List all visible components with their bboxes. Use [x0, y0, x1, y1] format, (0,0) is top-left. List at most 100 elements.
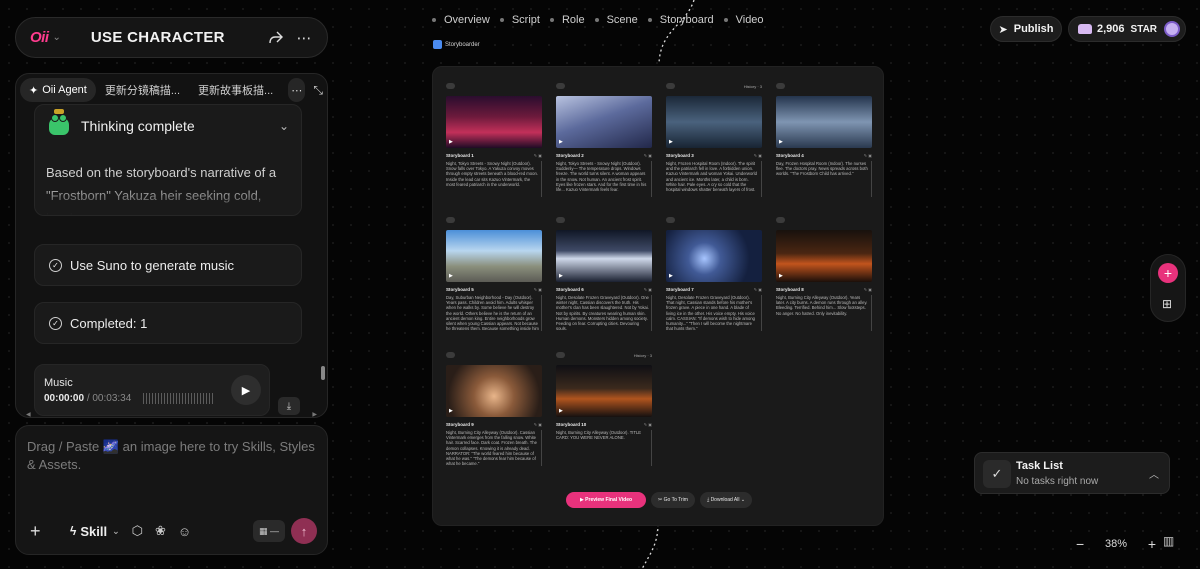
go-to-trim-button[interactable]: ✂ Go To Trim [651, 492, 695, 508]
play-icon[interactable]: ▶ [449, 408, 453, 414]
eye-icon[interactable] [446, 352, 455, 358]
star-balance[interactable]: 2,906 STAR [1068, 16, 1186, 42]
edit-delete-icons[interactable]: ✎ ▣ [864, 153, 872, 158]
more-tabs-icon[interactable]: ⋯ [288, 78, 306, 102]
share-icon[interactable] [265, 27, 287, 49]
vertical-scrollbar[interactable] [321, 366, 325, 380]
edit-delete-icons[interactable]: ✎ ▣ [754, 153, 762, 158]
edit-delete-icons[interactable]: ✎ ▣ [644, 287, 652, 292]
flow-connector [658, 0, 695, 65]
storyboard-card[interactable]: ▶ Storyboard 5 ✎ ▣ Day, Suburban Neighbor… [446, 215, 542, 331]
eye-icon[interactable] [666, 217, 675, 223]
tab-oii-agent[interactable]: ✦ Oii Agent [20, 78, 96, 102]
eye-icon[interactable] [556, 83, 565, 89]
tab-storyboard-update-2[interactable]: 更新故事板描... [189, 78, 282, 102]
storyboard-card[interactable]: ▶ Storyboard 2 ✎ ▣ Night, Tokyo Streets -… [556, 81, 652, 197]
publish-label: Publish [1013, 23, 1054, 35]
zoom-in-button[interactable]: + [1148, 536, 1156, 552]
edit-delete-icons[interactable]: ✎ ▣ [644, 153, 652, 158]
storyboard-card[interactable]: ▶ Storyboard 4 ✎ ▣ Day, Frozen Hospital R… [776, 81, 872, 197]
history-badge[interactable]: History · 3 [744, 84, 762, 89]
collapse-icon[interactable]: ⤡ [313, 83, 323, 98]
message-composer[interactable]: Drag / Paste 🌌 an image here to try Skil… [15, 425, 328, 555]
edit-delete-icons[interactable]: ✎ ▣ [534, 153, 542, 158]
horizontal-scrollbar[interactable]: ◀ ▶ [26, 411, 317, 418]
storyboard-thumbnail[interactable]: ▶ [776, 96, 872, 148]
more-options-icon[interactable]: ⋯ [293, 27, 315, 49]
storyboard-card[interactable]: ▶ Storyboard 9 ✎ ▣ Night, Burning City Al… [446, 350, 542, 466]
storyboard-thumbnail[interactable]: ▶ [556, 96, 652, 148]
map-icon[interactable]: ▥ [1163, 534, 1174, 548]
play-icon[interactable]: ▶ [779, 139, 783, 145]
storyboard-thumbnail[interactable]: ▶ [666, 230, 762, 282]
avatar[interactable] [1164, 21, 1181, 37]
add-attachment-icon[interactable]: + [30, 521, 48, 542]
storyboard-thumbnail[interactable]: ▶ [776, 230, 872, 282]
edit-delete-icons[interactable]: ✎ ▣ [534, 287, 542, 292]
zoom-level[interactable]: 38% [1105, 538, 1127, 550]
send-button[interactable]: ↑ [291, 518, 317, 544]
history-badge[interactable]: History · 3 [634, 353, 652, 358]
grid-icon[interactable]: ⊞ [1162, 297, 1172, 311]
eye-icon[interactable] [776, 83, 785, 89]
play-icon[interactable]: ▶ [669, 273, 673, 279]
nav-scene[interactable]: Scene [594, 14, 638, 26]
storyboard-card[interactable]: ▶ Storyboard 8 ✎ ▣ Night, Burning City Al… [776, 215, 872, 331]
chevron-down-icon[interactable]: ⌄ [53, 32, 61, 43]
storyboard-thumbnail[interactable]: ▶ [556, 230, 652, 282]
preview-final-video-button[interactable]: ▶ Preview Final Video [566, 492, 646, 508]
storyboard-card[interactable]: ▶ Storyboard 6 ✎ ▣ Night, Desolate Frozen… [556, 215, 652, 331]
storyboard-card[interactable]: ▶ Storyboard 7 ✎ ▣ Night, Desolate Frozen… [666, 215, 762, 331]
storyboard-thumbnail[interactable]: ▶ [446, 365, 542, 417]
task-list-panel[interactable]: ✓ Task List No tasks right now ︿ [974, 452, 1170, 494]
storyboard-thumbnail[interactable]: ▶ [666, 96, 762, 148]
eye-icon[interactable] [446, 83, 455, 89]
storyboard-card[interactable]: ▶ Storyboard 1 ✎ ▣ Night, Tokyo Streets -… [446, 81, 542, 197]
storyboard-thumbnail[interactable]: ▶ [556, 365, 652, 417]
storyboard-card[interactable]: History · 3 ▶ Storyboard 3 ✎ ▣ Night, Fro… [666, 81, 762, 197]
storyboard-card[interactable]: History · 3 ▶ Storyboard 10 ✎ ▣ Night, Bu… [556, 350, 652, 466]
play-icon[interactable]: ▶ [779, 273, 783, 279]
storyboard-thumbnail[interactable]: ▶ [446, 96, 542, 148]
storyboard-thumbnail[interactable]: ▶ [446, 230, 542, 282]
composer-placeholder[interactable]: Drag / Paste 🌌 an image here to try Skil… [27, 438, 319, 474]
publish-button[interactable]: ➤ Publish [990, 16, 1062, 42]
add-node-icon[interactable]: + [1158, 263, 1178, 283]
app-logo[interactable]: Oii [30, 29, 49, 46]
play-icon[interactable]: ▶ [449, 273, 453, 279]
play-icon[interactable]: ▶ [559, 139, 563, 145]
eye-icon[interactable] [776, 217, 785, 223]
nav-overview[interactable]: Overview [432, 14, 490, 26]
nav-script[interactable]: Script [499, 14, 540, 26]
edit-delete-icons[interactable]: ✎ ▣ [644, 422, 652, 427]
zoom-out-button[interactable]: − [1076, 536, 1084, 552]
eye-icon[interactable] [446, 217, 455, 223]
edit-delete-icons[interactable]: ✎ ▣ [754, 287, 762, 292]
eye-icon[interactable] [556, 352, 565, 358]
chevron-down-icon[interactable]: ⌄ [279, 119, 289, 133]
play-button[interactable]: ▶ [231, 375, 261, 405]
play-icon[interactable]: ▶ [559, 408, 563, 414]
storyboarder-tag[interactable]: Storyboarder [433, 40, 480, 49]
edit-delete-icons[interactable]: ✎ ▣ [864, 287, 872, 292]
thinking-card[interactable]: Thinking complete ⌄ Based on the storybo… [34, 104, 302, 216]
model-selector[interactable]: ▦ — [253, 520, 285, 542]
nav-video[interactable]: Video [723, 14, 764, 26]
cube-icon[interactable]: ⬡ [132, 523, 143, 539]
play-icon[interactable]: ▶ [559, 273, 563, 279]
nav-role[interactable]: Role [549, 14, 585, 26]
tab-storyboard-update-1[interactable]: 更新分镜稿描... [96, 78, 189, 102]
styles-icon[interactable]: ❀ [155, 523, 166, 539]
project-title[interactable]: USE CHARACTER [91, 29, 225, 46]
skill-selector[interactable]: ϟ Skill ⌄ [70, 524, 120, 539]
download-all-button[interactable]: ⤓ Download All ⌄ [699, 492, 753, 508]
eye-icon[interactable] [666, 83, 675, 89]
play-icon[interactable]: ▶ [449, 139, 453, 145]
waveform[interactable] [143, 393, 215, 404]
eye-icon[interactable] [556, 217, 565, 223]
face-icon[interactable]: ☺ [178, 524, 191, 539]
storyboard-name: Storyboard 4 [776, 152, 804, 158]
chevron-up-icon[interactable]: ︿ [1149, 466, 1159, 481]
play-icon[interactable]: ▶ [669, 139, 673, 145]
edit-delete-icons[interactable]: ✎ ▣ [534, 422, 542, 427]
